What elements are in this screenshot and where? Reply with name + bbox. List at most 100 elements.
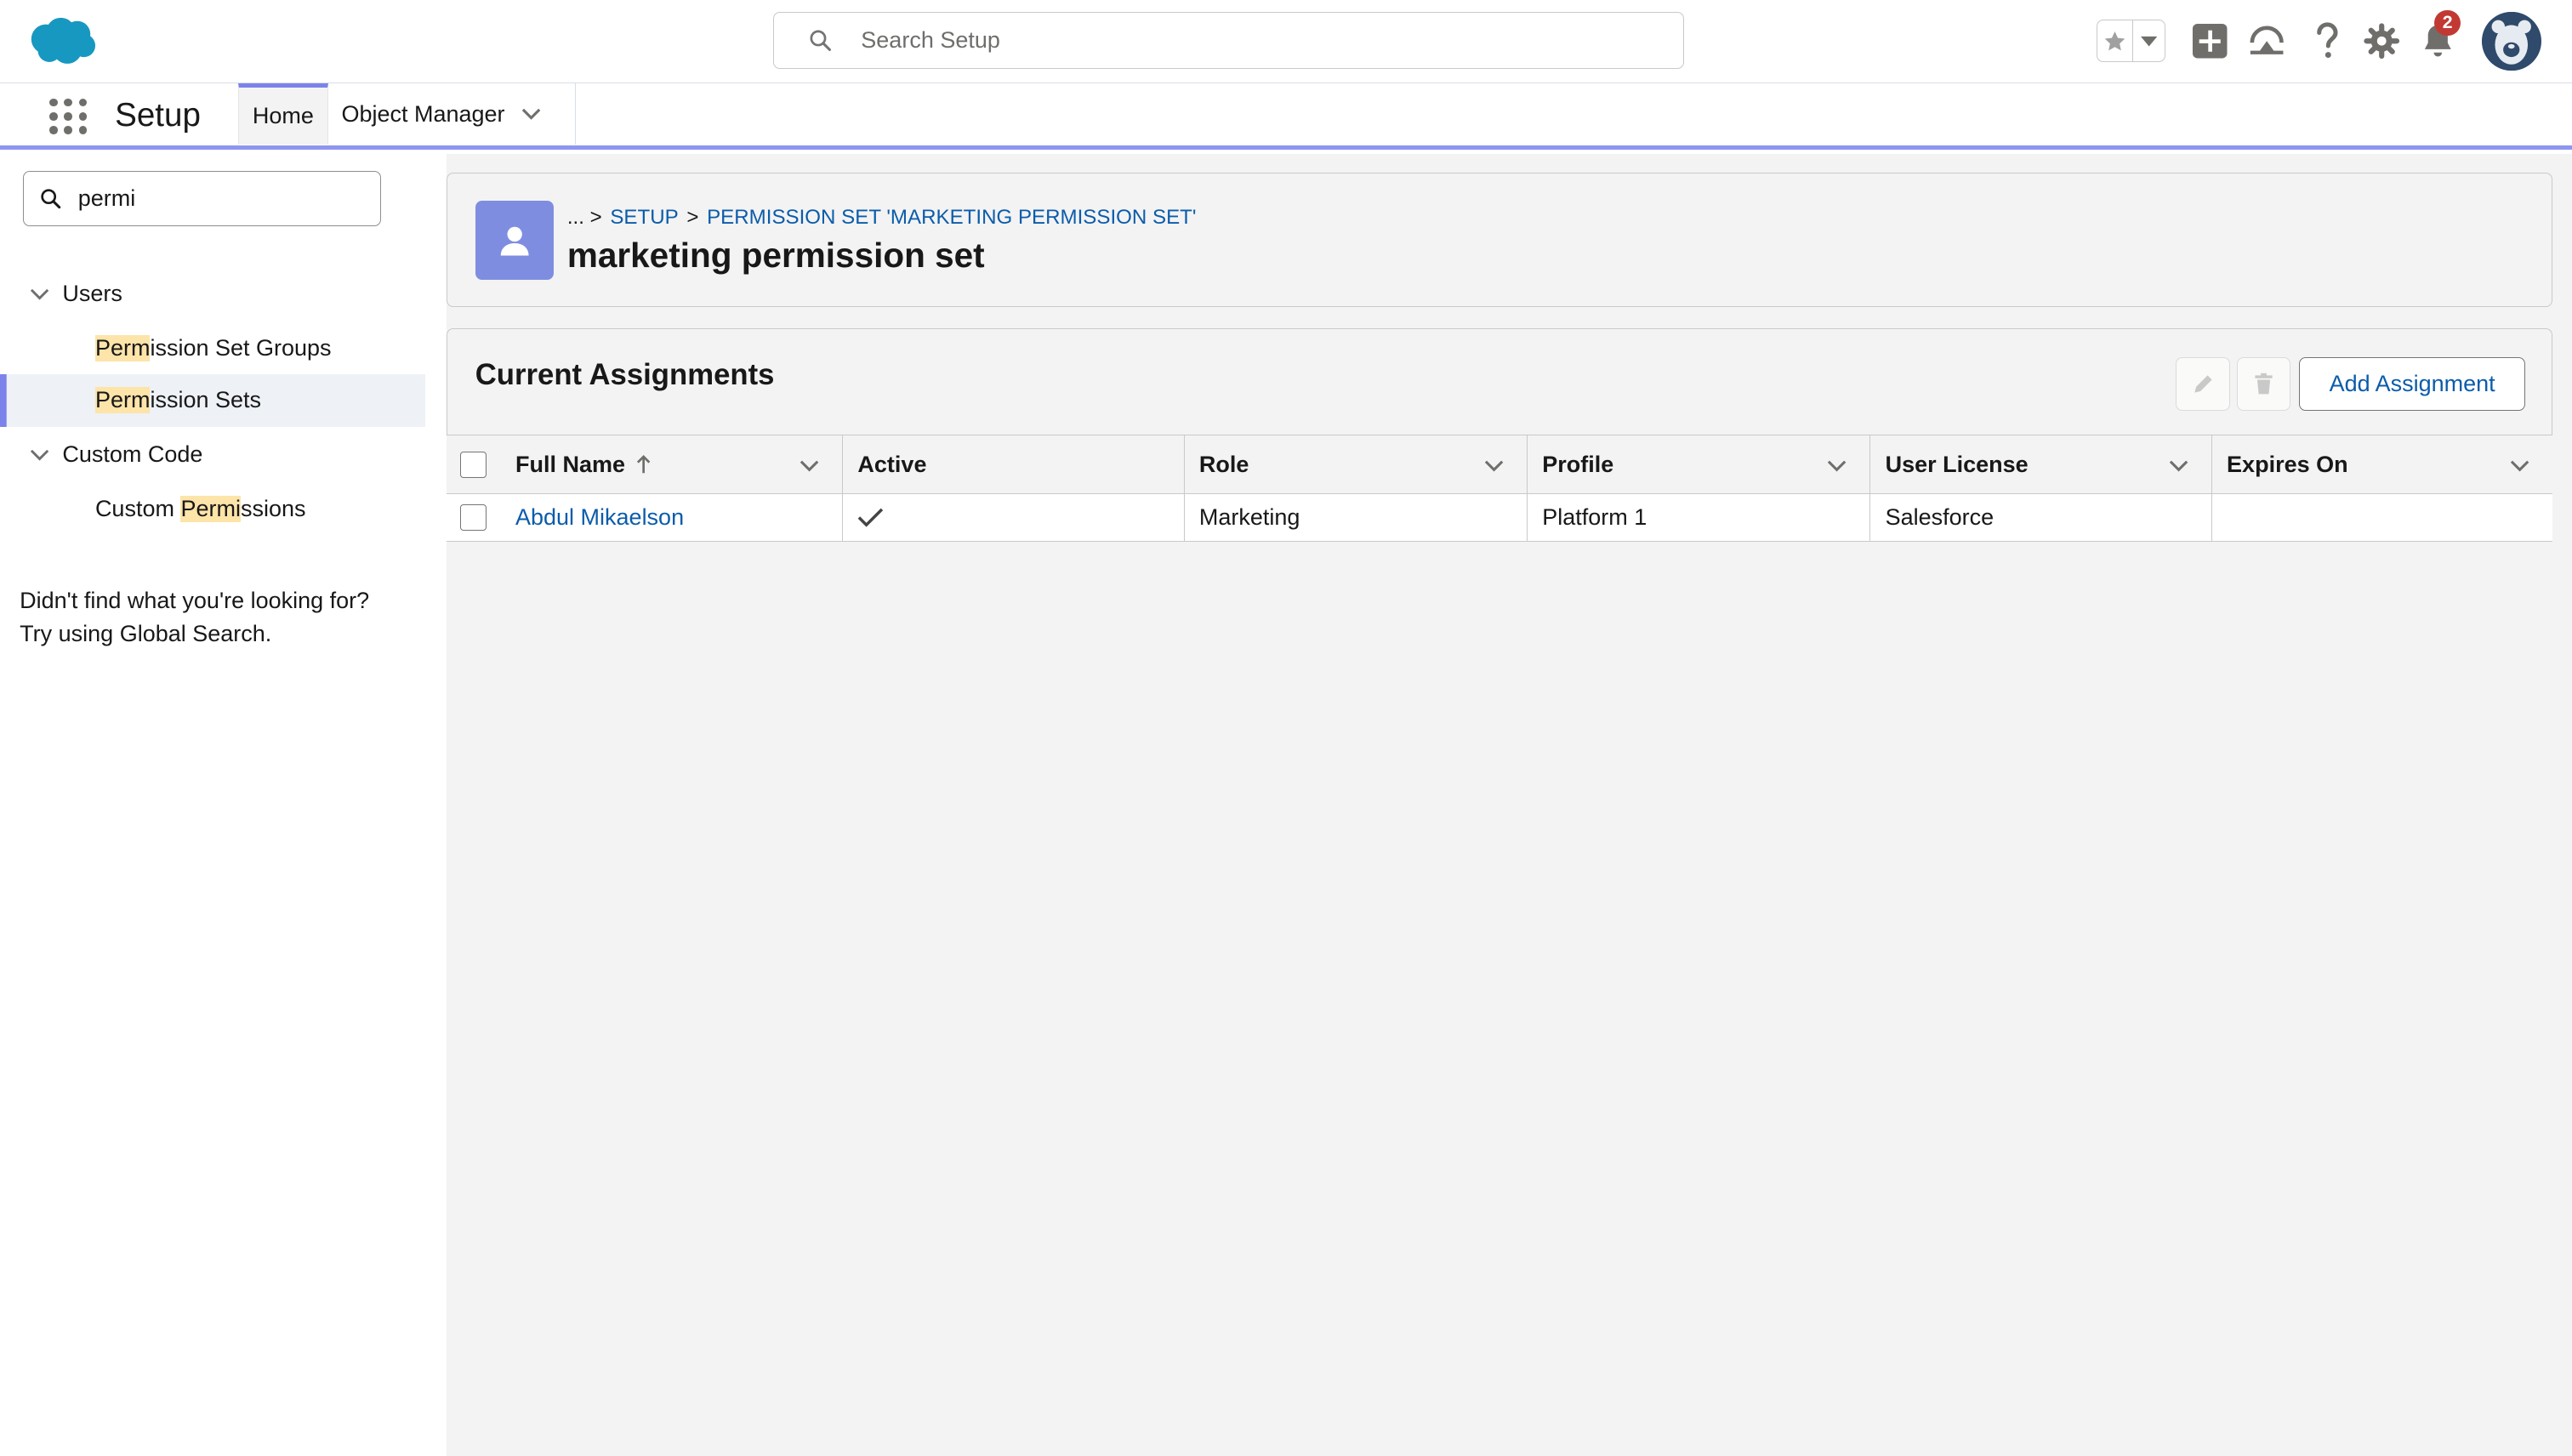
- pencil-icon: [2194, 375, 2212, 393]
- cell-role: Marketing: [1183, 493, 1527, 541]
- column-header-user-license[interactable]: User License: [1869, 435, 2211, 493]
- select-all-checkbox[interactable]: [460, 451, 487, 478]
- tree-item-permission-sets[interactable]: Perm ission Sets: [0, 374, 425, 427]
- caret-down-icon: [2140, 36, 2157, 47]
- row-select-cell: [447, 494, 501, 541]
- breadcrumb-ellipsis[interactable]: ... >: [567, 206, 602, 230]
- assignments-table: Full Name Active Role Profile User Licen…: [446, 435, 2553, 542]
- favorites-group: [2096, 20, 2165, 63]
- tab-home-label: Home: [252, 103, 314, 129]
- chevron-down-icon[interactable]: [30, 287, 49, 300]
- column-header-label: User License: [1885, 451, 2029, 477]
- column-header-role[interactable]: Role: [1183, 435, 1527, 493]
- column-header-label: Full Name: [515, 451, 626, 477]
- search-hint: Didn't find what you're looking for? Try…: [20, 584, 369, 650]
- chevron-down-icon[interactable]: [30, 448, 49, 461]
- search-icon: [41, 189, 61, 209]
- select-all-cell: [447, 435, 501, 492]
- tree-item-permission-set-groups[interactable]: Perm ission Set Groups: [0, 321, 425, 374]
- app-navigation-bar: Setup Home Object Manager: [0, 83, 2572, 150]
- permission-set-icon: [475, 201, 555, 281]
- cell-full-name: Abdul Mikaelson: [501, 494, 842, 541]
- user-avatar[interactable]: [2482, 11, 2541, 71]
- trailhead-button[interactable]: [2247, 20, 2286, 62]
- tree-section-label: Custom Code: [62, 441, 203, 468]
- row-select-checkbox[interactable]: [460, 503, 487, 531]
- edit-button[interactable]: [2176, 356, 2230, 412]
- quick-find-box[interactable]: [23, 170, 381, 227]
- column-header-label: Profile: [1542, 451, 1614, 477]
- table-row: Abdul Mikaelson Marketing Platform 1 Sal…: [446, 493, 2553, 542]
- chevron-down-icon[interactable]: [521, 107, 541, 121]
- tab-object-manager[interactable]: Object Manager: [328, 83, 577, 145]
- star-icon: [2104, 31, 2125, 51]
- tree-section-custom-code[interactable]: Custom Code: [0, 429, 425, 481]
- main-content: ... > SETUP > PERMISSION SET 'MARKETING …: [424, 154, 2572, 1456]
- checkmark-icon: [858, 508, 884, 527]
- breadcrumb-separator: >: [686, 206, 699, 230]
- chevron-down-icon[interactable]: [2169, 455, 2188, 475]
- tree-item-label: Custom: [94, 495, 181, 521]
- search-match-highlight: Perm: [94, 387, 151, 414]
- global-actions-button[interactable]: [2190, 20, 2229, 62]
- chevron-down-icon[interactable]: [1484, 455, 1504, 475]
- setup-sidebar: Users Permission Set Groups Permission S…: [0, 154, 425, 1456]
- tree-item-label: ission Sets: [150, 387, 262, 413]
- bear-avatar-icon: [2482, 11, 2541, 71]
- breadcrumb-current-link[interactable]: PERMISSION SET 'MARKETING PERMISSION SET…: [707, 206, 1196, 230]
- column-header-profile[interactable]: Profile: [1526, 435, 1869, 493]
- tree-section-label: Users: [62, 280, 122, 306]
- add-assignment-button[interactable]: Add Assignment: [2298, 356, 2526, 412]
- column-header-expires-on[interactable]: Expires On: [2211, 435, 2552, 493]
- favorite-star-button[interactable]: [2096, 20, 2133, 63]
- salesforce-logo-icon[interactable]: [26, 14, 99, 67]
- user-name-link[interactable]: Abdul Mikaelson: [515, 504, 684, 531]
- column-header-label: Role: [1198, 451, 1249, 477]
- help-icon: [2317, 22, 2338, 59]
- global-header: 2: [0, 0, 2572, 84]
- column-header-label: Expires On: [2227, 451, 2348, 477]
- app-launcher-icon[interactable]: [48, 97, 88, 136]
- trash-icon: [2255, 373, 2273, 395]
- card-title: Current Assignments: [475, 358, 775, 391]
- column-header-active[interactable]: Active: [842, 435, 1183, 493]
- setup-gear-button[interactable]: [2362, 20, 2401, 62]
- breadcrumb: ... > SETUP > PERMISSION SET 'MARKETING …: [567, 206, 1197, 230]
- user-icon: [500, 226, 529, 256]
- search-match-highlight: Permi: [180, 495, 241, 522]
- global-search-box[interactable]: [773, 11, 1685, 70]
- tree-section-users[interactable]: Users: [0, 268, 425, 321]
- add-icon: [2192, 23, 2228, 59]
- chevron-down-icon[interactable]: [799, 455, 819, 475]
- cell-user-license: Salesforce: [1869, 493, 2211, 541]
- cell-profile: Platform 1: [1526, 493, 1869, 541]
- search-hint-line: Try using Global Search.: [20, 620, 272, 646]
- chevron-down-icon[interactable]: [1827, 455, 1846, 475]
- tree-item-custom-permissions[interactable]: Custom Permi ssions: [0, 482, 425, 535]
- favorites-dropdown-button[interactable]: [2132, 20, 2165, 63]
- delete-button[interactable]: [2236, 356, 2291, 412]
- table-header-row: Full Name Active Role Profile User Licen…: [446, 435, 2553, 494]
- trailhead-icon: [2250, 26, 2284, 54]
- app-root: 2 Setup Home Object Manager: [0, 0, 2572, 1456]
- cell-active: [842, 493, 1183, 541]
- page-header: ... > SETUP > PERMISSION SET 'MARKETING …: [446, 172, 2553, 307]
- help-button[interactable]: [2308, 20, 2347, 62]
- tab-home[interactable]: Home: [237, 83, 328, 145]
- tab-object-manager-label: Object Manager: [341, 100, 505, 127]
- chevron-down-icon[interactable]: [2510, 455, 2529, 475]
- quick-find-input[interactable]: [77, 185, 357, 212]
- sort-ascending-icon[interactable]: [635, 454, 652, 475]
- tree-item-label: ission Set Groups: [150, 334, 332, 361]
- gear-icon: [2364, 23, 2400, 60]
- tree-item-label: ssions: [240, 495, 306, 521]
- breadcrumb-setup-link[interactable]: SETUP: [610, 206, 678, 230]
- app-name: Setup: [115, 96, 201, 134]
- search-match-highlight: Perm: [94, 334, 151, 361]
- search-icon: [810, 30, 831, 51]
- global-search-input[interactable]: [861, 26, 1649, 54]
- cell-expires-on: [2211, 493, 2552, 541]
- page-title: marketing permission set: [566, 235, 985, 275]
- search-hint-line: Didn't find what you're looking for?: [20, 588, 370, 614]
- column-header-full-name[interactable]: Full Name: [501, 435, 842, 492]
